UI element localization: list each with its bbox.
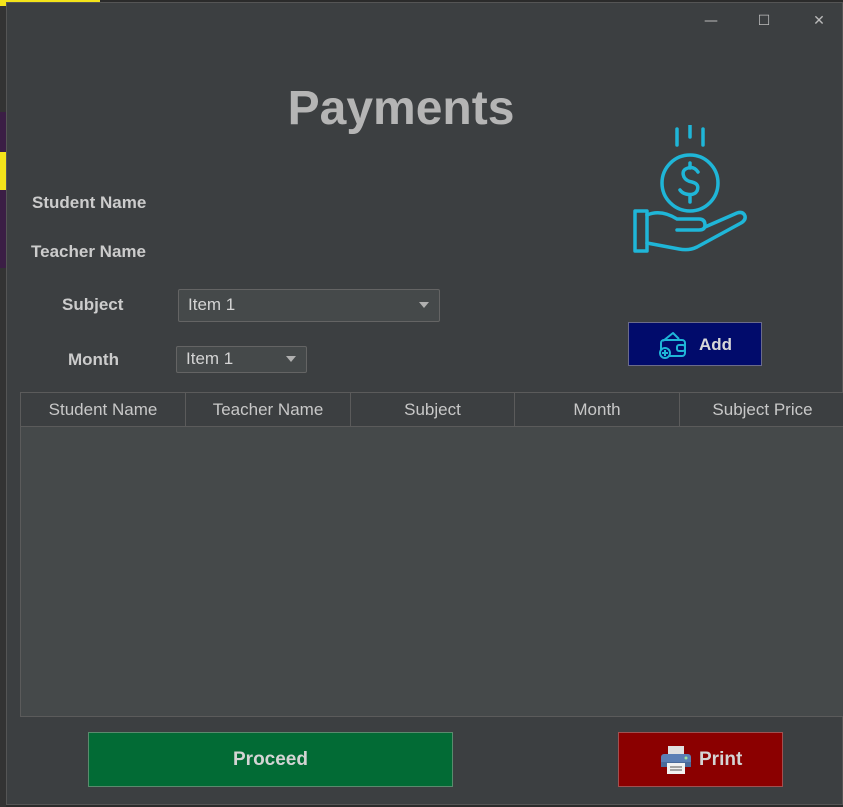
month-dropdown[interactable]: Item 1 <box>176 346 307 373</box>
payments-window: — ☐ ✕ Payments Student Name Teacher Name… <box>6 2 843 805</box>
wallet-add-icon <box>659 332 686 359</box>
maximize-button[interactable]: ☐ <box>749 9 779 33</box>
printer-icon <box>661 746 691 774</box>
chevron-down-icon <box>286 356 296 362</box>
subject-label: Subject <box>62 295 124 314</box>
teacher-name-label: Teacher Name <box>31 242 146 261</box>
payments-table[interactable]: Student Name Teacher Name Subject Month … <box>20 392 843 717</box>
chevron-down-icon <box>419 302 429 308</box>
minimize-button[interactable]: — <box>696 9 726 33</box>
column-header-month[interactable]: Month <box>515 393 680 426</box>
close-button[interactable]: ✕ <box>804 9 834 33</box>
month-label: Month <box>68 350 119 369</box>
add-button-label: Add <box>699 335 733 354</box>
column-header-student-name[interactable]: Student Name <box>21 393 186 426</box>
print-button-label: Print <box>699 749 743 770</box>
subject-dropdown[interactable]: Item 1 <box>178 289 440 322</box>
table-header: Student Name Teacher Name Subject Month … <box>21 393 843 427</box>
column-header-teacher-name[interactable]: Teacher Name <box>186 393 351 426</box>
student-name-label: Student Name <box>32 193 147 212</box>
print-button[interactable]: Print <box>618 732 783 787</box>
column-header-subject-price[interactable]: Subject Price <box>680 393 843 426</box>
hand-coin-dollar-icon <box>633 125 747 253</box>
add-button[interactable]: Add <box>628 322 762 366</box>
month-dropdown-value: Item 1 <box>186 349 234 368</box>
subject-dropdown-value: Item 1 <box>188 295 236 314</box>
proceed-button[interactable]: Proceed <box>88 732 453 787</box>
column-header-subject[interactable]: Subject <box>351 393 515 426</box>
